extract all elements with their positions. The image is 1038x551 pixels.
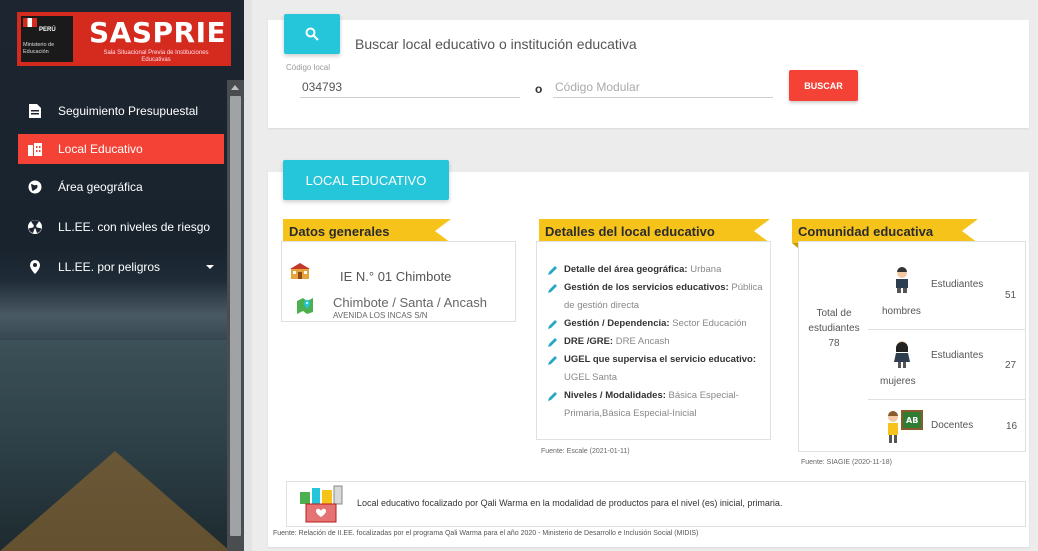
search-tab <box>284 14 340 54</box>
detail-label: Niveles / Modalidades: <box>564 390 666 401</box>
radiation-icon <box>28 220 42 234</box>
detail-label: Gestión / Dependencia: <box>564 318 670 329</box>
comunidad-heading: Comunidad educativa <box>792 219 978 248</box>
sidebar-item-area-geografica[interactable]: Área geográfica <box>18 172 224 202</box>
globe-icon <box>28 180 42 194</box>
background-boat <box>0 451 230 551</box>
mujeres-sub-label: mujeres <box>880 376 916 387</box>
detalles-list: Detalle del área geográfica: Urbana Gest… <box>546 261 770 423</box>
sidebar-divider <box>244 0 252 551</box>
chevron-down-icon <box>206 265 214 269</box>
detalles-source: Fuente: Escale (2021-01-11) <box>541 448 630 455</box>
detail-value: Urbana <box>690 264 722 275</box>
codigo-modular-input[interactable]: Código Modular <box>553 78 773 98</box>
teacher-icon: AB <box>888 410 923 443</box>
detail-value: DRE Ancash <box>615 336 670 347</box>
pencil-icon <box>548 392 557 401</box>
sidebar-scrollbar[interactable] <box>227 80 244 551</box>
codigo-local-label: Código local <box>286 63 331 72</box>
app-subtitle: Sala Situacional Previa de Instituciones… <box>103 50 209 63</box>
estudiantes-mujeres-value: 27 <box>1005 360 1017 371</box>
qali-warma-footnote: Fuente: Relación de II.EE. focalizadas p… <box>273 530 699 537</box>
total-estudiantes-value: 78 <box>828 338 840 349</box>
or-separator: o <box>535 82 543 96</box>
detail-label: DRE /GRE: <box>564 336 614 347</box>
local-educativo-tab: LOCAL EDUCATIVO <box>283 160 449 200</box>
sidebar-item-label: Local Educativo <box>58 142 143 156</box>
app-title: SASPRIE <box>89 16 227 49</box>
background-city <box>0 280 230 340</box>
detalles-heading-text: Detalles del local educativo <box>545 223 715 239</box>
sidebar-item-label: LL.EE. por peligros <box>58 260 161 274</box>
ministry-logo: PERÚ Ministerio de Educación <box>21 16 73 62</box>
hombres-sub-label: hombres <box>882 306 921 317</box>
search-icon <box>305 27 319 41</box>
scrollbar-thumb[interactable] <box>230 96 241 536</box>
file-icon <box>28 104 42 118</box>
svg-text:AB: AB <box>906 416 918 425</box>
search-title: Buscar local educativo o institución edu… <box>355 36 637 52</box>
sidebar-item-por-peligros[interactable]: LL.EE. por peligros <box>18 252 224 282</box>
peru-flag-icon <box>23 18 37 27</box>
qali-warma-text: Local educativo focalizado por Qali Warm… <box>357 498 783 508</box>
mujeres-row <box>868 330 1026 400</box>
map-location-icon <box>297 298 313 314</box>
estudiantes-hombres-value: 51 <box>1005 290 1017 301</box>
codigo-local-input[interactable]: 034793 <box>300 78 520 98</box>
pencil-icon <box>548 284 557 293</box>
list-item: Gestión de los servicios educativos: Púb… <box>546 279 770 315</box>
pencil-icon <box>548 356 557 365</box>
detail-label: Gestión de los servicios educativos: <box>564 282 729 293</box>
sidebar: PERÚ Ministerio de Educación SASPRIE Sal… <box>0 0 244 551</box>
list-item: UGEL que supervisa el servicio educativo… <box>546 351 770 387</box>
sidebar-item-label: LL.EE. con niveles de riesgo <box>58 220 211 234</box>
location-pin-icon <box>28 260 42 274</box>
ie-location: Chimbote / Santa / Ancash <box>333 295 487 310</box>
detail-label: Detalle del área geográfica: <box>564 264 688 275</box>
pencil-icon <box>548 266 557 275</box>
list-item: DRE /GRE: DRE Ancash <box>546 333 770 351</box>
ie-address: AVENIDA LOS INCAS S/N <box>333 311 428 320</box>
scroll-up-arrow-icon[interactable] <box>231 85 239 90</box>
sasprie-logo[interactable]: PERÚ Ministerio de Educación SASPRIE Sal… <box>17 12 231 66</box>
female-student-icon <box>894 341 910 368</box>
list-item: Gestión / Dependencia: Sector Educación <box>546 315 770 333</box>
detail-value: Sector Educación <box>672 318 747 329</box>
ie-name: IE N.° 01 Chimbote <box>340 269 452 284</box>
country-label: PERÚ <box>39 27 56 33</box>
detail-label: UGEL que supervisa el servicio educativo… <box>564 354 757 365</box>
buscar-button[interactable]: BUSCAR <box>789 70 858 101</box>
building-icon <box>28 142 42 156</box>
food-basket-icon <box>300 485 343 523</box>
estudiantes-hombres-label: Estudiantes <box>931 279 984 290</box>
total-estudiantes-label: Total de estudiantes <box>808 308 860 334</box>
ministry-label: Ministerio de Educación <box>23 42 55 55</box>
sidebar-item-label: Seguimiento Presupuestal <box>58 104 199 118</box>
pencil-icon <box>548 320 557 329</box>
sidebar-item-niveles-riesgo[interactable]: LL.EE. con niveles de riesgo <box>18 212 224 242</box>
detalles-heading: Detalles del local educativo <box>539 219 770 248</box>
detail-value: UGEL Santa <box>564 372 617 383</box>
sidebar-item-seguimiento-presupuestal[interactable]: Seguimiento Presupuestal <box>18 96 224 126</box>
datos-generales-heading: Datos generales <box>283 219 451 248</box>
sidebar-item-local-educativo[interactable]: Local Educativo <box>18 134 224 164</box>
datos-heading-text: Datos generales <box>289 223 390 239</box>
school-icon <box>290 263 310 279</box>
pencil-icon <box>548 338 557 347</box>
estudiantes-mujeres-label: Estudiantes <box>931 350 984 361</box>
list-item: Niveles / Modalidades: Básica Especial-P… <box>546 387 770 423</box>
male-student-icon <box>896 267 908 293</box>
sidebar-item-label: Área geográfica <box>58 180 143 194</box>
list-item: Detalle del área geográfica: Urbana <box>546 261 770 279</box>
docentes-value: 16 <box>1006 421 1018 432</box>
docentes-label: Docentes <box>931 420 974 431</box>
comunidad-heading-text: Comunidad educativa <box>798 223 934 239</box>
comunidad-source: Fuente: SIAGIE (2020-11-18) <box>801 459 892 466</box>
